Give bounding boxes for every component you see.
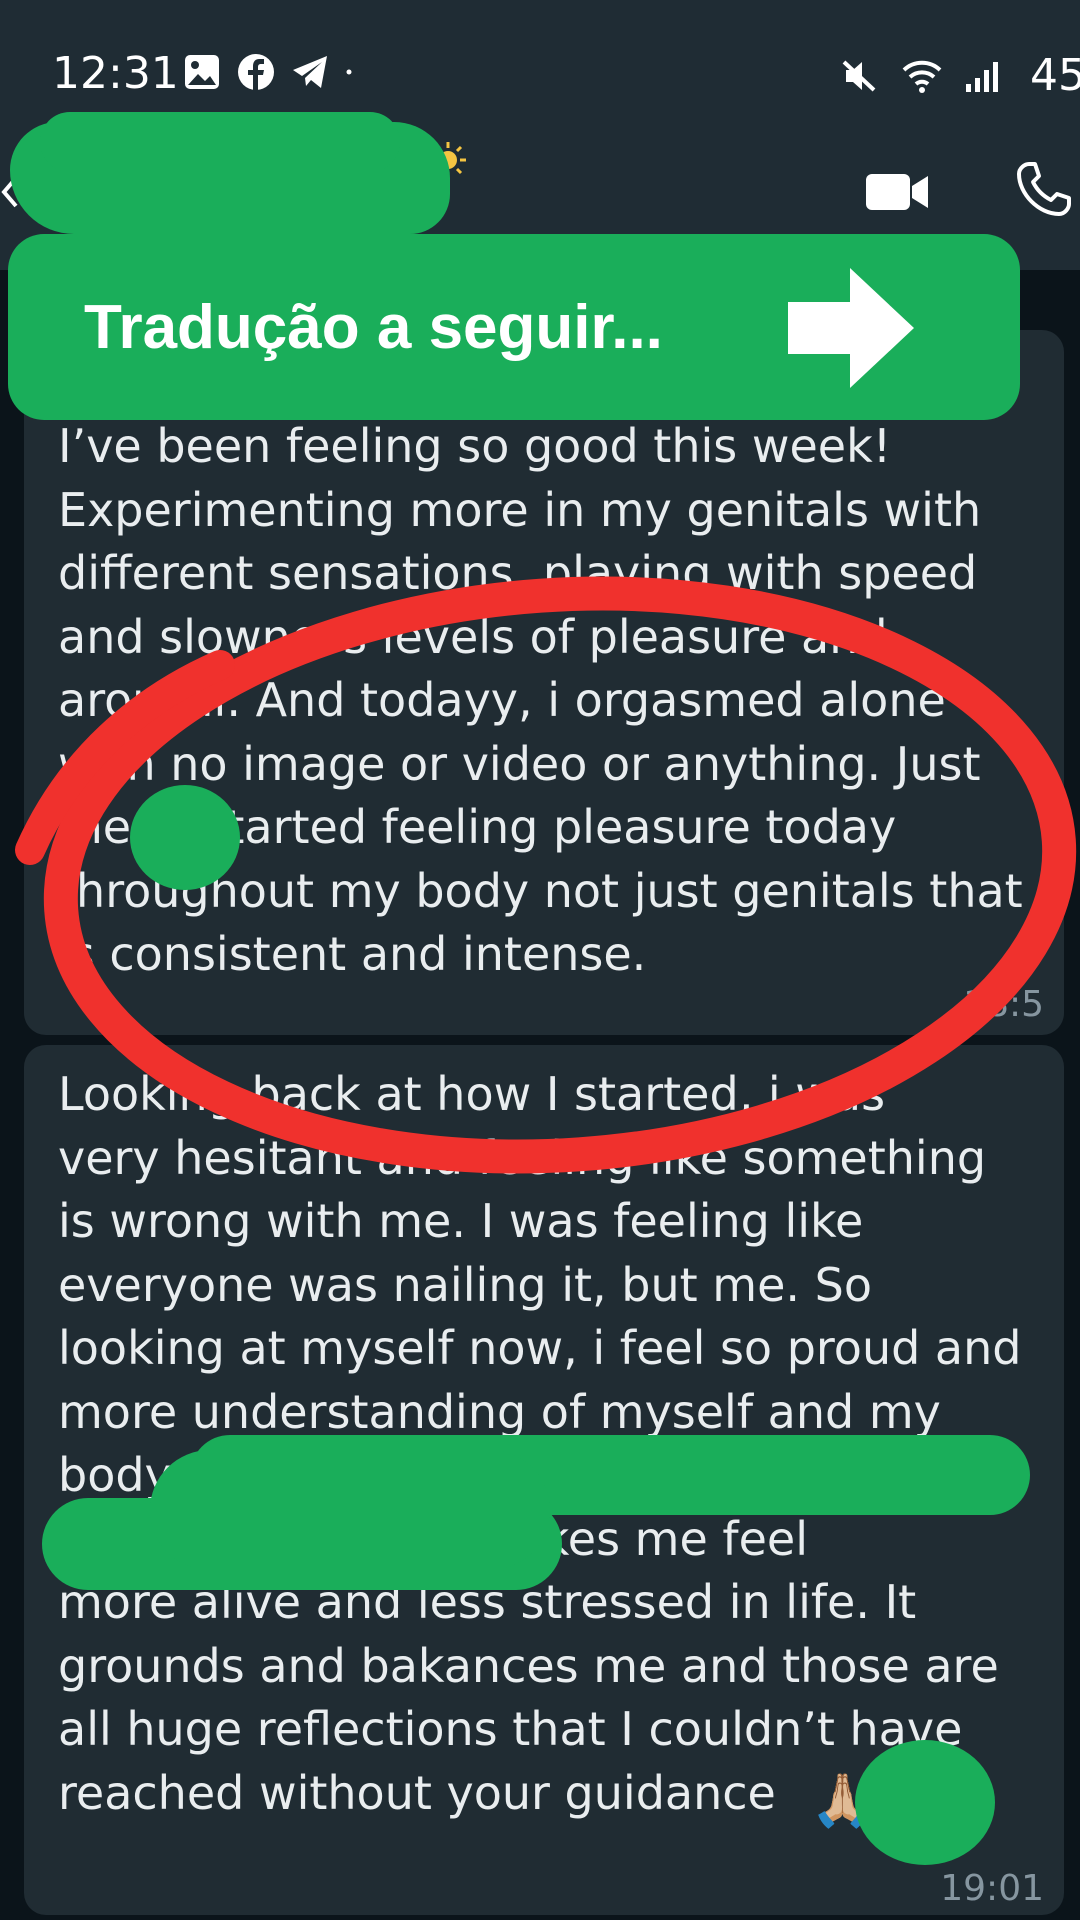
message-time: 18:5 xyxy=(963,984,1044,1025)
facebook-icon xyxy=(238,54,274,90)
message-bubble[interactable]: I’ve been feeling so good this week! Exp… xyxy=(24,330,1064,1035)
message-text: I’ve been feeling so good this week! Exp… xyxy=(58,419,1023,981)
battery-percent: 45 xyxy=(1030,50,1080,101)
video-call-icon[interactable] xyxy=(864,168,930,216)
translation-banner: Tradução a seguir... xyxy=(8,234,1020,420)
arrow-right-icon xyxy=(788,268,914,388)
telegram-icon xyxy=(293,56,327,88)
signal-icon xyxy=(966,61,998,92)
status-left-icons xyxy=(182,52,364,92)
gallery-icon xyxy=(185,55,219,89)
voice-call-icon[interactable] xyxy=(1015,160,1073,218)
redaction-emoji-2 xyxy=(855,1740,995,1865)
banner-text: Tradução a seguir... xyxy=(84,293,663,362)
mute-icon xyxy=(842,60,876,91)
redaction-text-3 xyxy=(150,1450,550,1570)
message-time: 19:01 xyxy=(940,1868,1044,1909)
dot-icon xyxy=(346,69,352,75)
redaction-emoji xyxy=(130,785,240,890)
contact-name-redaction-2 xyxy=(40,112,400,172)
wifi-icon xyxy=(902,60,942,93)
status-right-icons: 45 xyxy=(838,50,1080,101)
status-time: 12:31 xyxy=(52,48,179,99)
